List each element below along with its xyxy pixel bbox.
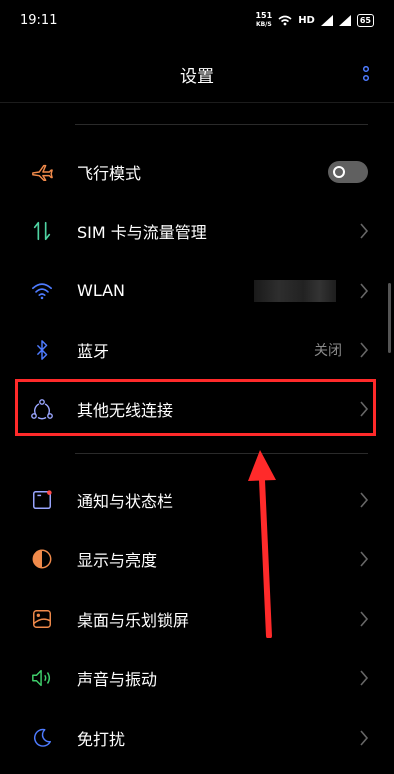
setting-label: 桌面与乐划锁屏 [77,610,190,630]
setting-label: SIM 卡与流量管理 [77,222,207,242]
setting-row-display[interactable]: 显示与亮度 [0,529,394,588]
speed-unit: KB/S [255,21,272,28]
chevron-right-icon [360,222,369,239]
setting-row-wlan[interactable]: WLAN [0,261,394,320]
chevron-right-icon [360,669,369,686]
header-divider [0,102,394,103]
chevron-right-icon [360,550,369,567]
setting-row-wallpaper[interactable]: 桌面与乐划锁屏 [0,589,394,648]
status-bar: 19:11 151 KB/S HD 65 [0,0,394,40]
wifi-icon [30,279,54,303]
chevron-right-icon [360,282,369,299]
setting-label: 蓝牙 [77,341,110,361]
setting-label: 显示与亮度 [77,550,158,570]
status-time: 19:11 [20,12,58,28]
setting-label: WLAN [77,281,126,300]
page-title: 设置 [180,66,214,87]
setting-row-do-not-disturb[interactable]: 免打扰 [0,708,394,767]
network-speed: 151 KB/S [255,11,272,29]
annotation-arrow [248,450,276,638]
wallpaper-icon [30,607,54,631]
wifi-status-icon [278,15,292,25]
setting-row-bluetooth[interactable]: 蓝牙 关闭 [0,320,394,379]
setting-row-notifications[interactable]: 通知与状态栏 [0,470,394,529]
sound-icon [30,666,54,690]
group-divider [75,124,368,125]
group-divider [75,453,368,454]
signal-2-icon [338,14,351,26]
setting-row-sound[interactable]: 声音与振动 [0,648,394,707]
highlight-box [15,379,376,436]
chevron-right-icon [360,729,369,746]
battery-icon: 65 [356,13,374,27]
notification-icon [30,488,54,512]
speed-value: 151 [255,11,273,20]
status-icons: 151 KB/S HD 65 [255,11,374,29]
setting-label: 通知与状态栏 [77,491,174,511]
signal-icon [320,14,333,26]
display-icon [30,547,54,571]
chevron-right-icon [360,341,369,358]
setting-row-airplane-mode[interactable]: 飞行模式 [0,142,394,201]
bluetooth-icon [30,338,54,362]
wlan-network-name-redacted [254,279,336,302]
setting-row-sim-data[interactable]: SIM 卡与流量管理 [0,201,394,260]
bluetooth-status: 关闭 [314,342,342,359]
sim-data-icon [30,219,54,243]
more-options-icon[interactable] [362,66,370,82]
chevron-right-icon [360,491,369,508]
chevron-right-icon [360,610,369,627]
airplane-mode-toggle[interactable] [328,160,368,183]
setting-label: 免打扰 [77,729,126,749]
airplane-icon [30,160,54,184]
toggle-knob [333,165,345,178]
setting-label: 声音与振动 [77,669,158,689]
network-type: HD [298,14,315,26]
scrollbar[interactable] [388,283,391,353]
moon-icon [30,726,54,750]
setting-label: 飞行模式 [77,163,142,183]
